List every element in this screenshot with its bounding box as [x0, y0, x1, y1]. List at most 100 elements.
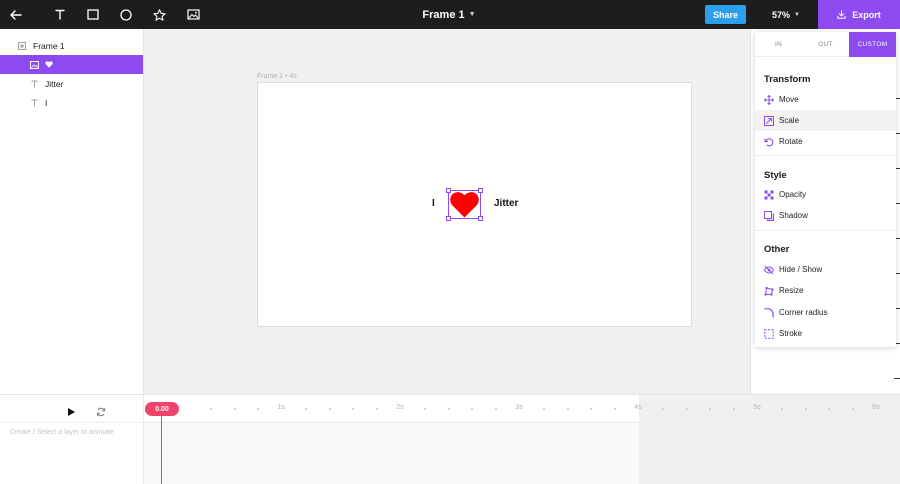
tick-dot [709, 408, 711, 410]
tab-custom[interactable]: CUSTOM [849, 32, 896, 57]
tick-dot [543, 408, 545, 410]
frame-label[interactable]: Frame 1 • 4s [257, 73, 297, 80]
layer-label: Jitter [45, 78, 64, 89]
tick-dot [329, 408, 331, 410]
tick-dot [828, 408, 830, 410]
tick-label-4s: 4s [634, 404, 642, 411]
eye-off-icon [764, 265, 774, 275]
rectangle-tool-icon[interactable] [82, 4, 104, 25]
play-icon[interactable] [66, 404, 76, 416]
layer-i-text[interactable]: I [0, 93, 143, 112]
anim-item-rotate[interactable]: Rotate [755, 131, 896, 152]
scale-icon [764, 115, 774, 126]
image-icon [29, 60, 39, 70]
export-button[interactable]: Export [818, 0, 900, 29]
resize-handle-bottom-left[interactable] [446, 216, 451, 221]
tick-label-3s: 3s [515, 404, 523, 411]
document-title[interactable]: Frame 1 ▼ [404, 0, 494, 29]
tick-dot [424, 408, 426, 410]
anim-item-label: Shadow [779, 211, 808, 220]
tick-dot [590, 408, 592, 410]
chevron-down-icon: ▼ [468, 11, 476, 18]
layer-heart-image[interactable] [0, 55, 143, 74]
zoom-dropdown[interactable]: 57% ▼ [766, 0, 806, 29]
tick-label-1s: 1s [277, 404, 285, 411]
layer-label: Frame 1 [33, 40, 65, 51]
layer-frame-1[interactable]: Frame 1 [0, 36, 143, 55]
anim-item-move[interactable]: Move [755, 89, 896, 110]
panel-divider [894, 378, 900, 379]
anim-item-label: Opacity [779, 190, 807, 199]
tick-dot [448, 408, 450, 410]
animation-menu: IN OUT CUSTOM Transform Move Scale Rotat… [755, 32, 896, 347]
tick-dot [686, 408, 688, 410]
anim-item-hide-show[interactable]: Hide / Show [755, 259, 896, 280]
playhead-time[interactable]: 0.00 [145, 402, 179, 416]
resize-handle-top-left[interactable] [446, 188, 451, 193]
move-icon [764, 94, 774, 105]
corner-radius-icon [764, 307, 774, 318]
tick-dot [852, 408, 854, 410]
section-title-other: Other [764, 244, 790, 255]
timeline-tracks[interactable] [144, 423, 639, 484]
layer-label: I [45, 97, 48, 108]
section-divider [755, 155, 896, 156]
tick-dot [495, 408, 497, 410]
tick-dot [662, 408, 664, 410]
shadow-icon [764, 210, 774, 221]
tick-label-6s: 6s [872, 404, 880, 411]
tick-dot [471, 408, 473, 410]
ellipse-tool-icon[interactable] [115, 4, 137, 25]
anim-item-stroke[interactable]: Stroke [755, 323, 896, 344]
anim-item-corner-radius[interactable]: Corner radius [755, 302, 896, 323]
tick-dot [352, 408, 354, 410]
tick-dot [234, 408, 236, 410]
share-button[interactable]: Share [705, 5, 746, 24]
stroke-icon [764, 328, 774, 339]
back-arrow-icon[interactable] [5, 4, 27, 25]
section-title-transform: Transform [764, 74, 811, 85]
tick-dot [614, 408, 616, 410]
resize-handle-top-right[interactable] [478, 188, 483, 193]
loop-icon[interactable] [96, 404, 106, 417]
star-tool-icon[interactable] [148, 4, 170, 25]
section-divider [755, 230, 896, 231]
heart-image-selection[interactable] [446, 188, 483, 221]
timeline-ruler[interactable]: 1s 2s 3s 4s 5s 6s [144, 395, 900, 423]
text-element-i[interactable]: I [432, 198, 435, 209]
text-element-jitter[interactable]: Jitter [494, 198, 518, 209]
anim-item-label: Hide / Show [779, 265, 823, 274]
top-toolbar: Frame 1 ▼ Share 57% ▼ Export [0, 0, 900, 29]
tab-in[interactable]: IN [755, 32, 802, 57]
tick-dot [305, 408, 307, 410]
animation-tabs: IN OUT CUSTOM [755, 32, 896, 57]
anim-item-resize[interactable]: Resize [755, 280, 896, 301]
tick-dot [376, 408, 378, 410]
timeline-hint: Create / Select a layer to animate [10, 429, 114, 436]
frame-icon [17, 41, 27, 51]
resize-handle-bottom-right[interactable] [478, 216, 483, 221]
tick-dot [257, 408, 259, 410]
canvas-area[interactable]: Frame 1 • 4s I Jitter [144, 29, 750, 394]
layer-jitter-text[interactable]: Jitter [0, 74, 143, 93]
anim-item-shadow[interactable]: Shadow [755, 205, 896, 226]
tick-dot [733, 408, 735, 410]
text-tool-icon[interactable] [49, 4, 71, 25]
text-icon [29, 79, 39, 89]
anim-item-scale[interactable]: Scale [755, 110, 896, 131]
resize-icon [764, 286, 774, 296]
tab-out[interactable]: OUT [802, 32, 849, 57]
playhead-line[interactable] [161, 409, 162, 484]
heart-icon [45, 61, 53, 68]
anim-item-opacity[interactable]: Opacity [755, 184, 896, 205]
tick-dot [781, 408, 783, 410]
anim-item-label: Corner radius [779, 308, 828, 317]
text-icon [29, 98, 39, 108]
image-tool-icon[interactable] [182, 4, 204, 25]
frame-1-artboard[interactable]: I Jitter [257, 82, 692, 327]
tick-label-5s: 5s [753, 404, 761, 411]
document-title-label: Frame 1 [422, 8, 465, 21]
section-title-style: Style [764, 170, 787, 181]
timeline: Create / Select a layer to animate 1s 2s… [0, 394, 900, 484]
tick-dot [210, 408, 212, 410]
